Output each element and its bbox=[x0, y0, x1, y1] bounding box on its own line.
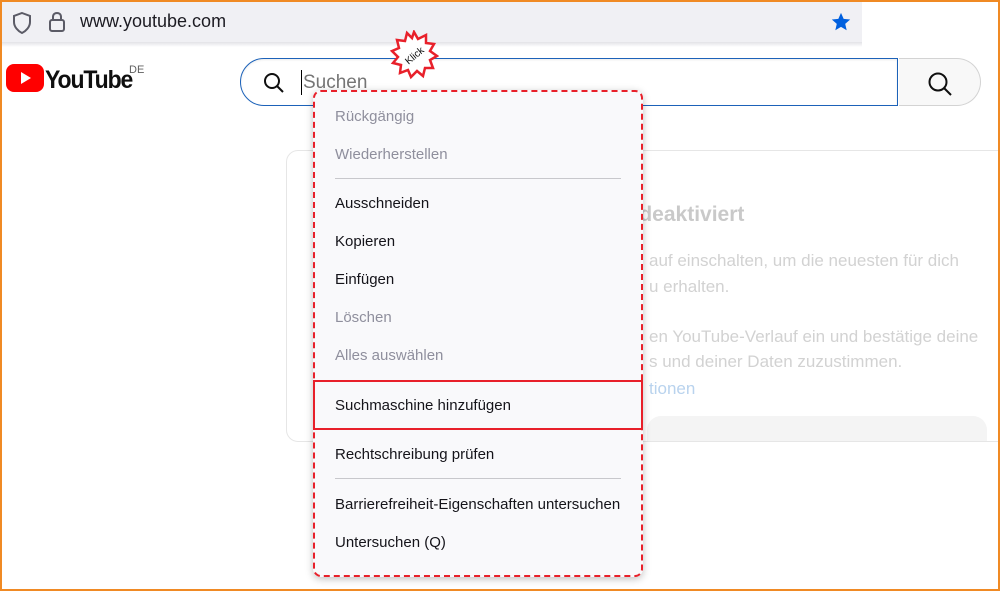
menu-item-select-all: Alles auswählen bbox=[335, 347, 444, 364]
menu-item-spellcheck[interactable]: Rechtschreibung prüfen bbox=[335, 446, 494, 463]
card-text-line: auf einschalten, um die neuesten für dic… bbox=[649, 251, 959, 270]
shield-icon[interactable] bbox=[12, 11, 32, 39]
menu-item-paste[interactable]: Einfügen bbox=[335, 271, 394, 288]
context-menu: Rückgängig Wiederherstellen Ausschneiden… bbox=[313, 90, 643, 577]
card-text-line: u erhalten. bbox=[649, 277, 730, 296]
url-text[interactable]: www.youtube.com bbox=[80, 11, 226, 32]
menu-separator bbox=[335, 478, 621, 479]
card-button[interactable] bbox=[647, 416, 987, 441]
youtube-logo-text[interactable]: YouTube bbox=[45, 66, 133, 95]
menu-item-cut[interactable]: Ausschneiden bbox=[335, 195, 429, 212]
menu-item-inspect[interactable]: Untersuchen (Q) bbox=[335, 534, 446, 551]
card-text-line: s und deiner Daten zuzustimmen. bbox=[649, 352, 903, 371]
menu-item-redo: Wiederherstellen bbox=[335, 146, 448, 163]
menu-item-copy[interactable]: Kopieren bbox=[335, 233, 395, 250]
text-caret bbox=[301, 70, 302, 95]
menu-separator bbox=[335, 178, 621, 179]
click-annotation-badge: Klick bbox=[389, 28, 440, 85]
card-link[interactable]: tionen bbox=[649, 379, 695, 399]
bookmark-star-icon[interactable] bbox=[830, 11, 852, 38]
card-text-line: en YouTube-Verlauf ein und bestätige dei… bbox=[649, 327, 979, 346]
search-button[interactable] bbox=[899, 58, 981, 106]
menu-item-delete: Löschen bbox=[335, 309, 392, 326]
lock-icon[interactable] bbox=[48, 11, 66, 38]
menu-item-inspect-accessibility[interactable]: Barrierefreiheit-Eigenschaften untersuch… bbox=[335, 496, 620, 513]
region-code: DE bbox=[129, 64, 145, 76]
youtube-logo-icon[interactable] bbox=[6, 64, 44, 97]
menu-item-add-search-engine[interactable]: Suchmaschine hinzufügen bbox=[335, 397, 511, 414]
search-icon bbox=[263, 72, 285, 99]
search-icon bbox=[927, 71, 953, 102]
menu-item-undo: Rückgängig bbox=[335, 108, 415, 125]
